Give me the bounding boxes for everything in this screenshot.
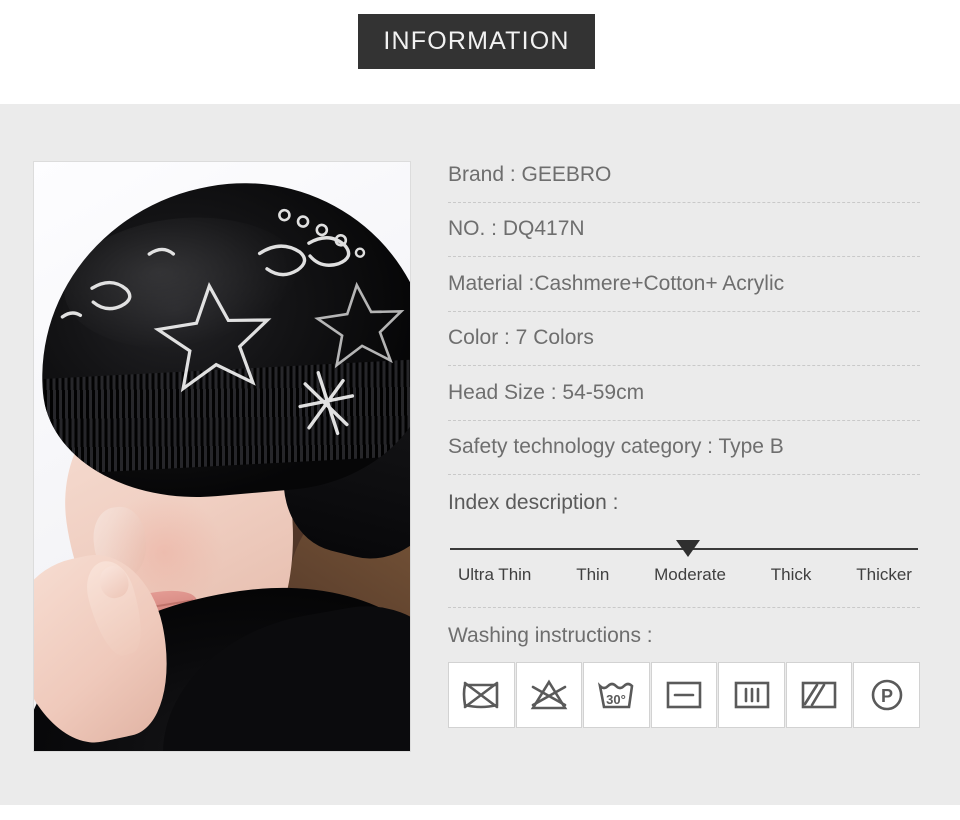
spec-row-brand: Brand : GEEBRO <box>448 148 920 203</box>
washing-separator <box>448 607 920 608</box>
specification-panel: Brand : GEEBRO NO. : DQ417N Material :Ca… <box>448 148 921 728</box>
footer-band <box>0 805 960 820</box>
product-information-page: INFORMATION Brand: GEEBRO NO.: DQ417N … <box>0 0 960 820</box>
thickness-scale <box>448 537 920 559</box>
spec-safety-category: Safety technology category : Type B <box>448 435 784 459</box>
thickness-level-thick: Thick <box>770 565 812 584</box>
thickness-level-thin: Thin <box>576 565 610 584</box>
professional-cleaning-label: P <box>881 686 893 706</box>
black-beanie <box>34 167 410 511</box>
thickness-scale-labels: Ultra Thin Thin Moderate Thick Thicker <box>448 565 920 585</box>
thickness-level-ultra-thin: Ultra Thin <box>458 565 532 584</box>
wash-30-degrees-icon: 30° <box>583 662 650 728</box>
product-photo-image <box>34 162 410 751</box>
spec-row-safety: Safety technology category : Type B <box>448 421 920 475</box>
do-not-bleach-icon <box>515 662 583 728</box>
thickness-level-thicker: Thicker <box>856 565 912 584</box>
drip-dry-icon <box>718 662 785 728</box>
dry-flat-icon <box>650 662 718 728</box>
washing-instructions-title: Washing instructions : <box>448 624 653 647</box>
spec-row-material: Material :Cashmere+Cotton+ Acrylic <box>448 257 920 312</box>
beanie-print-motifs <box>60 208 405 436</box>
do-not-wring-icon <box>448 662 515 728</box>
professional-cleaning-icon: P <box>853 662 921 728</box>
banner-title: INFORMATION <box>383 27 570 55</box>
spec-brand: Brand : GEEBRO <box>448 162 612 186</box>
thickness-scale-marker-icon <box>676 540 700 557</box>
washing-icon-row: 30° P <box>448 662 921 728</box>
dry-in-shade-icon <box>785 662 853 728</box>
spec-row-color: Color : 7 Colors <box>448 312 920 366</box>
spec-color: Color : 7 Colors <box>448 326 594 350</box>
information-banner: INFORMATION <box>358 14 595 69</box>
index-description-title: Index description : <box>448 491 619 514</box>
product-photo <box>33 161 411 752</box>
spec-number: NO. : DQ417N <box>448 217 585 241</box>
spec-row-head-size: Head Size : 54-59cm <box>448 366 920 421</box>
spec-material: Material :Cashmere+Cotton+ Acrylic <box>448 271 785 295</box>
spec-head-size: Head Size : 54-59cm <box>448 380 645 404</box>
wash-temperature-label: 30° <box>607 692 627 707</box>
spec-row-number: NO. : DQ417N <box>448 203 920 257</box>
header-band: INFORMATION <box>0 0 960 104</box>
thickness-level-moderate: Moderate <box>654 565 726 584</box>
